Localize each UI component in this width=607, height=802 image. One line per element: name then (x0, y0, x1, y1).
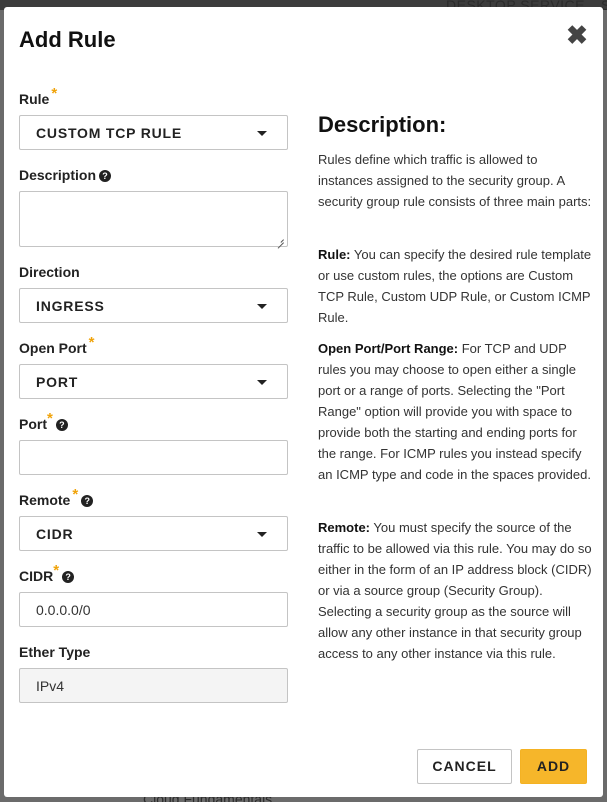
direction-select-value: INGRESS (36, 298, 105, 314)
open-port-label: Open Port * (19, 334, 95, 356)
chevron-down-icon (257, 131, 267, 136)
rule-select[interactable]: CUSTOM TCP RULE (19, 115, 288, 150)
ether-type-field: IPv4 (19, 668, 288, 703)
help-port-paragraph: Open Port/Port Range: For TCP and UDP ru… (318, 341, 591, 482)
rule-select-value: CUSTOM TCP RULE (36, 125, 183, 141)
ether-type-label: Ether Type (19, 644, 91, 660)
required-mark: * (51, 85, 58, 102)
help-rule-paragraph: Rule: You can specify the desired rule t… (318, 247, 592, 325)
description-textarea[interactable] (19, 191, 288, 247)
help-remote-paragraph: Remote: You must specify the source of t… (318, 520, 592, 661)
required-mark: * (47, 410, 53, 427)
ether-type-value: IPv4 (36, 678, 65, 694)
add-rule-modal: Add Rule ✖ Rule * CUSTOM TCP RULE Descrip… (4, 7, 603, 797)
remote-select-value: CIDR (36, 526, 74, 542)
chevron-down-icon (257, 380, 267, 385)
remote-label: Remote *? (19, 486, 94, 509)
rule-label: Rule * (19, 85, 58, 107)
required-mark: * (88, 334, 95, 351)
cidr-input-value: 0.0.0.0/0 (36, 602, 91, 618)
help-icon[interactable]: ? (99, 170, 112, 182)
required-mark: * (53, 562, 60, 579)
help-icon[interactable]: ? (81, 495, 94, 507)
help-icon[interactable]: ? (55, 419, 68, 431)
port-input[interactable] (19, 440, 288, 475)
open-port-select-value: PORT (36, 374, 79, 390)
remote-select[interactable]: CIDR (19, 516, 288, 551)
close-icon[interactable]: ✖ (565, 22, 589, 48)
help-icon[interactable]: ? (62, 571, 75, 583)
cidr-label: CIDR*? (19, 562, 75, 585)
open-port-select[interactable]: PORT (19, 364, 288, 399)
cidr-input[interactable]: 0.0.0.0/0 (19, 592, 288, 627)
chevron-down-icon (257, 532, 267, 537)
port-label: Port*? (19, 410, 68, 433)
cancel-button[interactable]: CANCEL (417, 749, 512, 784)
direction-label: Direction (19, 264, 80, 280)
modal-title: Add Rule (19, 27, 116, 52)
chevron-down-icon (257, 304, 267, 309)
resize-handle-icon[interactable] (276, 235, 284, 243)
required-mark: * (72, 486, 79, 503)
direction-select[interactable]: INGRESS (19, 288, 288, 323)
description-label: Description? (19, 167, 112, 183)
add-button[interactable]: ADD (520, 749, 587, 784)
help-title: Description: (318, 112, 447, 137)
help-intro: Rules define which traffic is allowed to… (318, 152, 592, 209)
